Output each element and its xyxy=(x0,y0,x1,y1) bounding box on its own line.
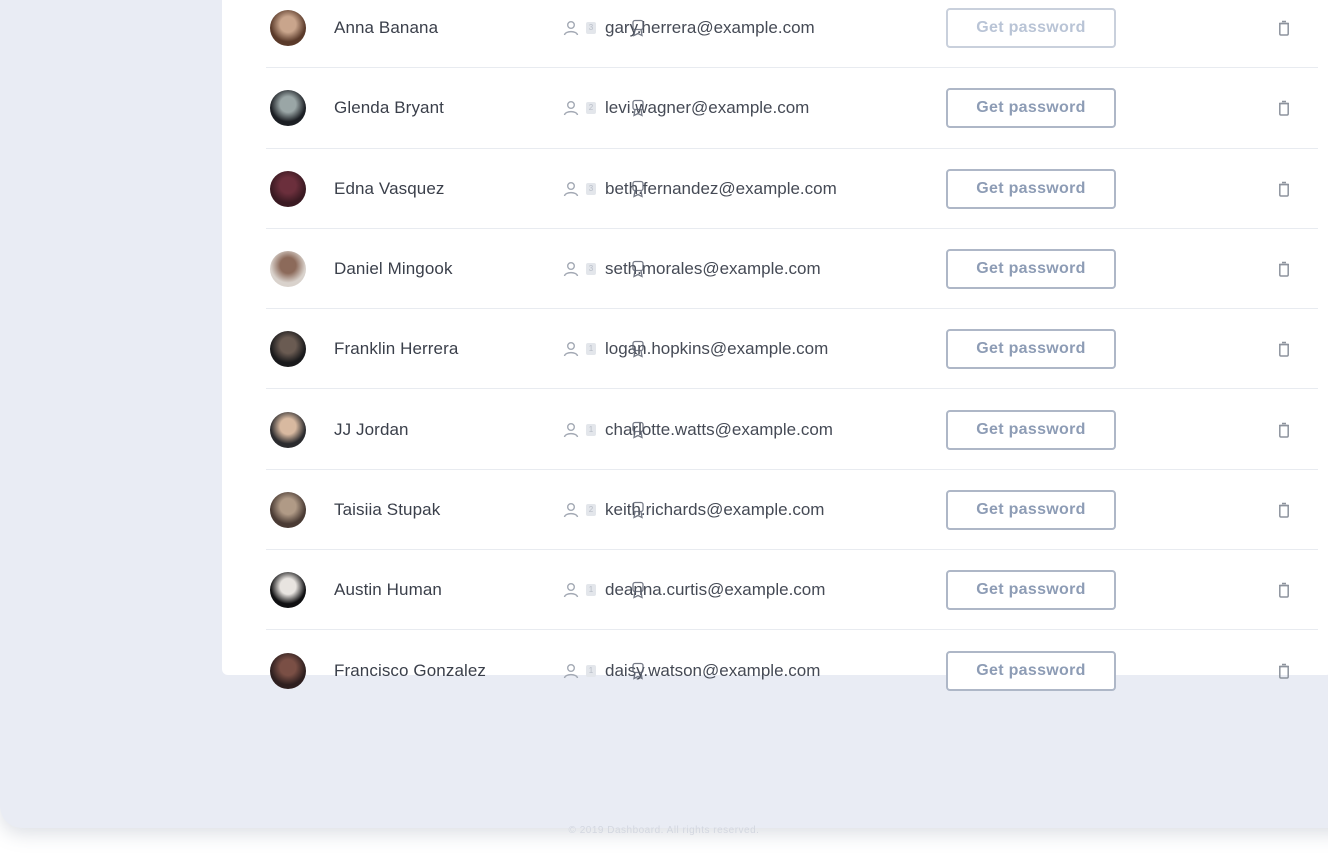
user-name: Austin Human xyxy=(334,580,442,600)
user-row: JJ Jordan 1 charlotte.watts@example.com … xyxy=(222,389,1328,471)
trash-icon[interactable] xyxy=(1276,340,1292,358)
user-icon xyxy=(563,502,579,518)
user-icon xyxy=(563,262,579,277)
get-password-button[interactable]: Get password xyxy=(946,329,1116,370)
user-icon xyxy=(563,663,579,678)
avatar xyxy=(270,491,306,528)
footer-copyright: © 2019 Dashboard. All rights reserved. xyxy=(568,825,760,836)
user-name: Taisiia Stupak xyxy=(334,499,441,519)
user-count-badge: 2 xyxy=(586,102,596,115)
user-icon xyxy=(563,101,579,116)
user-row: Glenda Bryant 2 levi.wagner@example.com … xyxy=(222,68,1328,149)
award-icon xyxy=(632,100,644,118)
user-icon xyxy=(563,21,579,36)
get-password-button[interactable]: Get password xyxy=(946,88,1116,129)
user-count-badge: 1 xyxy=(586,343,596,356)
award-icon xyxy=(632,501,644,519)
trash-icon[interactable] xyxy=(1276,662,1292,680)
user-name: Daniel Mingook xyxy=(334,259,453,279)
user-count-badge: 3 xyxy=(586,22,596,35)
user-row: Franklin Herrera 1 logan.hopkins@example… xyxy=(222,309,1328,390)
avatar xyxy=(270,90,306,127)
user-name: Glenda Bryant xyxy=(334,98,444,118)
user-row: Francisco Gonzalez 1 daisy.watson@exampl… xyxy=(222,630,1328,710)
trash-icon[interactable] xyxy=(1276,581,1292,599)
user-count-badge: 2 xyxy=(586,503,596,516)
get-password-button[interactable]: Get password xyxy=(946,570,1116,611)
trash-icon[interactable] xyxy=(1276,19,1292,37)
user-list: Anna Banana 3 gary.herrera@example.com G… xyxy=(222,0,1328,711)
get-password-button[interactable]: Get password xyxy=(946,409,1116,450)
avatar xyxy=(270,331,306,368)
award-icon xyxy=(632,19,644,37)
get-password-button[interactable]: Get password xyxy=(946,650,1116,691)
trash-icon[interactable] xyxy=(1276,421,1292,439)
user-row: Daniel Mingook 3 seth.morales@example.co… xyxy=(222,229,1328,310)
get-password-button[interactable]: Get password xyxy=(946,168,1116,209)
user-icon xyxy=(563,422,579,437)
user-count-badge: 3 xyxy=(586,263,596,276)
get-password-button[interactable]: Get password xyxy=(946,489,1116,530)
user-row: Taisiia Stupak 2 keith.richards@example.… xyxy=(222,470,1328,551)
avatar xyxy=(270,170,306,207)
avatar xyxy=(270,652,306,689)
user-icon xyxy=(563,342,579,357)
user-row: Austin Human 1 deanna.curtis@example.com… xyxy=(222,550,1328,631)
award-icon xyxy=(632,662,644,680)
award-icon xyxy=(632,260,644,278)
user-name: Anna Banana xyxy=(334,18,439,38)
user-icon xyxy=(563,583,579,598)
award-icon xyxy=(632,582,644,599)
user-list-panel: Anna Banana 3 gary.herrera@example.com G… xyxy=(222,0,1328,691)
user-count-badge: 1 xyxy=(586,584,596,597)
user-count-badge: 1 xyxy=(586,664,596,677)
avatar xyxy=(270,411,306,448)
avatar xyxy=(270,10,306,47)
user-name: JJ Jordan xyxy=(334,419,409,439)
user-icon xyxy=(563,181,579,197)
app-window: Anna Banana 3 gary.herrera@example.com G… xyxy=(0,0,1328,828)
user-row: Edna Vasquez 3 beth.fernandez@example.co… xyxy=(222,149,1328,230)
trash-icon[interactable] xyxy=(1276,501,1292,519)
award-icon xyxy=(632,421,644,439)
get-password-button[interactable]: Get password xyxy=(946,8,1116,49)
user-count-badge: 3 xyxy=(586,182,596,195)
user-name: Franklin Herrera xyxy=(334,339,459,359)
user-name: Francisco Gonzalez xyxy=(334,660,487,680)
user-row: Anna Banana 3 gary.herrera@example.com G… xyxy=(222,0,1328,69)
award-icon xyxy=(632,341,644,358)
user-name: Edna Vasquez xyxy=(334,178,445,198)
avatar xyxy=(270,572,306,609)
award-icon xyxy=(632,180,644,198)
avatar xyxy=(270,251,306,288)
trash-icon[interactable] xyxy=(1276,99,1292,117)
trash-icon[interactable] xyxy=(1276,260,1292,278)
trash-icon[interactable] xyxy=(1276,180,1292,198)
get-password-button[interactable]: Get password xyxy=(946,249,1116,290)
user-count-badge: 1 xyxy=(586,423,596,436)
